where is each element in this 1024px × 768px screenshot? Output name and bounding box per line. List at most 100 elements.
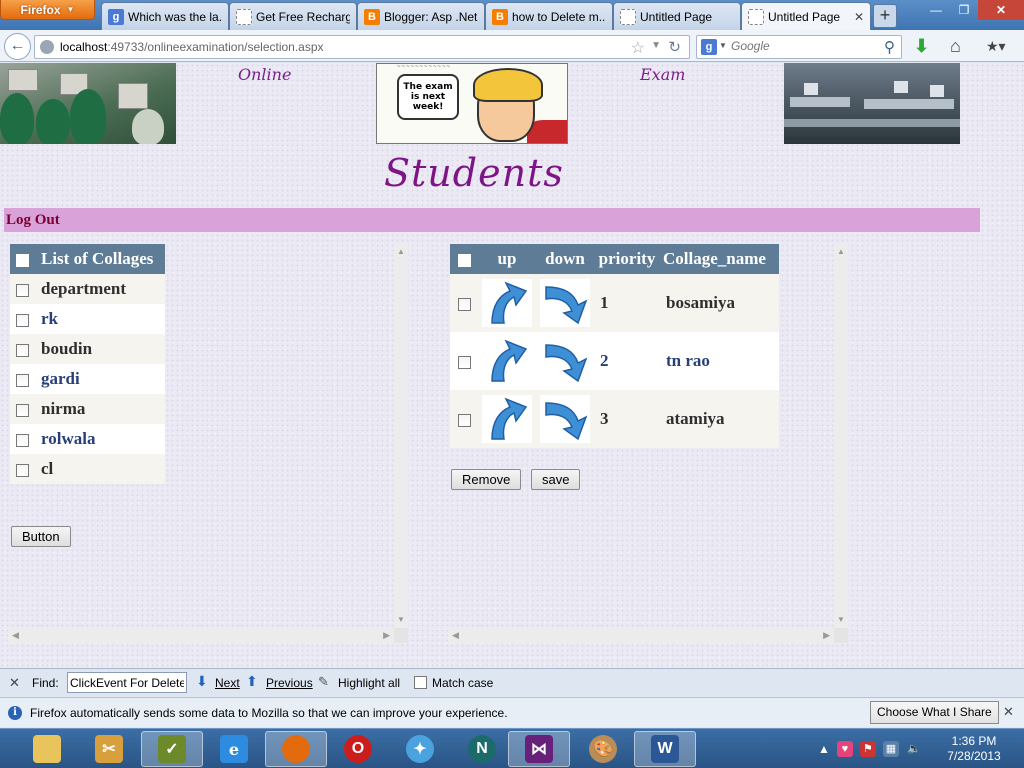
- close-notification-icon[interactable]: ✕: [1003, 704, 1014, 720]
- college-checkbox[interactable]: [16, 433, 29, 447]
- checkmark-app-icon: ✓: [158, 735, 186, 763]
- add-colleges-button[interactable]: Button: [11, 526, 71, 547]
- restore-icon[interactable]: ❐: [950, 0, 978, 20]
- url-bar[interactable]: localhost:49733/onlineexamination/select…: [34, 35, 690, 59]
- scroll-right-icon[interactable]: ▶: [383, 630, 390, 641]
- row-checkbox[interactable]: [457, 355, 471, 369]
- header-word-online: Online: [238, 65, 292, 84]
- new-tab-button[interactable]: +: [873, 4, 897, 28]
- table-row: rolwala: [10, 424, 165, 454]
- priority-table: up down priority Collage_name 1 bosamiya…: [450, 244, 779, 448]
- search-box[interactable]: g ▼ ⚲: [696, 35, 902, 59]
- taskbar-tools[interactable]: ✂: [78, 731, 140, 767]
- highlight-all-button[interactable]: Highlight all: [338, 676, 400, 690]
- info-icon: i: [8, 706, 22, 720]
- vertical-scrollbar[interactable]: ▲ ▼: [834, 243, 848, 628]
- row-checkbox[interactable]: [457, 413, 471, 427]
- taskbar-paint[interactable]: 🎨: [572, 731, 634, 767]
- reload-icon[interactable]: ↻: [668, 38, 681, 56]
- scroll-right-icon[interactable]: ▶: [823, 630, 830, 641]
- paint-palette-icon: 🎨: [589, 735, 617, 763]
- scroll-down-icon[interactable]: ▼: [397, 615, 405, 624]
- close-find-bar-icon[interactable]: ✕: [9, 675, 20, 691]
- table-row: nirma: [10, 394, 165, 424]
- choose-what-i-share-button[interactable]: Choose What I Share: [870, 701, 999, 724]
- browser-tab[interactable]: B how to Delete m...: [485, 2, 613, 30]
- college-checkbox[interactable]: [16, 283, 29, 297]
- back-arrow-icon[interactable]: ←: [4, 33, 31, 60]
- taskbar-app[interactable]: ✓: [141, 731, 203, 767]
- move-down-icon[interactable]: [540, 395, 590, 443]
- blogger-icon: B: [364, 8, 380, 25]
- taskbar-internet-explorer[interactable]: e: [203, 731, 265, 767]
- firefox-menu-button[interactable]: Firefox ▼: [0, 0, 95, 20]
- minimize-icon[interactable]: —: [922, 0, 950, 20]
- move-up-icon[interactable]: [482, 279, 532, 327]
- colleges-panel: List of Collages department rk boudin ga…: [8, 243, 410, 643]
- volume-icon[interactable]: 🔈: [906, 741, 922, 757]
- college-checkbox[interactable]: [16, 373, 29, 387]
- bookmark-star-icon[interactable]: ☆: [631, 38, 645, 58]
- clock[interactable]: 1:36 PM 7/28/2013: [940, 734, 1008, 764]
- show-hidden-icons-icon[interactable]: ▲: [818, 742, 830, 756]
- move-down-icon[interactable]: [540, 337, 590, 385]
- tray-app-icon[interactable]: ♥: [836, 741, 853, 757]
- scroll-left-icon[interactable]: ◀: [12, 630, 19, 641]
- select-all-checkbox[interactable]: [457, 253, 471, 267]
- row-checkbox[interactable]: [457, 297, 471, 311]
- match-case-label[interactable]: Match case: [432, 676, 493, 690]
- college-checkbox[interactable]: [16, 403, 29, 417]
- taskbar-netscape[interactable]: N: [451, 731, 513, 767]
- scroll-down-icon[interactable]: ▼: [837, 615, 845, 624]
- taskbar-file-explorer[interactable]: [16, 731, 78, 767]
- college-checkbox[interactable]: [16, 313, 29, 327]
- taskbar-opera[interactable]: O: [327, 731, 389, 767]
- taskbar-visual-studio[interactable]: ⋈: [508, 731, 570, 767]
- logout-link[interactable]: Log Out: [6, 212, 60, 229]
- save-button[interactable]: save: [531, 469, 581, 490]
- arrow-down-icon[interactable]: ⬇: [196, 673, 208, 690]
- close-tab-icon[interactable]: ✕: [854, 10, 864, 24]
- network-icon[interactable]: ▦: [882, 741, 899, 757]
- vertical-scrollbar[interactable]: ▲ ▼: [394, 243, 408, 628]
- bookmarks-menu-icon[interactable]: ★▾: [986, 36, 1006, 56]
- horizontal-scrollbar[interactable]: ◀ ▶: [8, 628, 394, 643]
- browser-tab-active[interactable]: Untitled Page ✕: [741, 2, 871, 31]
- scroll-up-icon[interactable]: ▲: [397, 247, 405, 256]
- priority-value: 3: [594, 390, 660, 448]
- scroll-left-icon[interactable]: ◀: [452, 630, 459, 641]
- match-case-checkbox[interactable]: [414, 676, 427, 689]
- home-icon[interactable]: ⌂: [950, 36, 961, 56]
- horizontal-scrollbar[interactable]: ◀ ▶: [448, 628, 834, 643]
- download-icon[interactable]: ⬇: [914, 36, 929, 56]
- move-up-icon[interactable]: [482, 395, 532, 443]
- history-dropdown-icon[interactable]: ▼: [651, 40, 661, 51]
- select-all-checkbox[interactable]: [16, 253, 29, 267]
- chevron-down-icon[interactable]: ▼: [719, 41, 727, 50]
- college-checkbox[interactable]: [16, 463, 29, 477]
- find-next-button[interactable]: Next: [215, 676, 240, 690]
- browser-tab[interactable]: B Blogger: Asp .Net...: [357, 2, 485, 30]
- browser-tab[interactable]: g Which was the la...: [101, 2, 229, 30]
- browser-tab[interactable]: Get Free Recharg...: [229, 2, 357, 30]
- move-up-icon[interactable]: [482, 337, 532, 385]
- taskbar-word[interactable]: W: [634, 731, 696, 767]
- notification-bar: i Firefox automatically sends some data …: [0, 697, 1024, 727]
- priority-header-row: up down priority Collage_name: [450, 244, 779, 274]
- taskbar-safari[interactable]: ✦: [389, 731, 451, 767]
- search-icon[interactable]: ⚲: [884, 38, 895, 56]
- scroll-up-icon[interactable]: ▲: [837, 247, 845, 256]
- college-checkbox[interactable]: [16, 343, 29, 357]
- move-down-icon[interactable]: [540, 279, 590, 327]
- arrow-up-icon[interactable]: ⬆: [246, 673, 258, 690]
- table-row: boudin: [10, 334, 165, 364]
- browser-tab[interactable]: Untitled Page: [613, 2, 741, 30]
- taskbar-firefox[interactable]: [265, 731, 327, 767]
- window-close-icon[interactable]: ✕: [978, 0, 1024, 20]
- remove-button[interactable]: Remove: [451, 469, 522, 490]
- flag-icon[interactable]: ⚑: [859, 741, 876, 757]
- search-input[interactable]: [731, 39, 871, 53]
- url-path: :49733/onlineexamination/selection.aspx: [107, 40, 324, 54]
- find-previous-button[interactable]: Previous: [266, 676, 313, 690]
- find-input[interactable]: [67, 672, 187, 693]
